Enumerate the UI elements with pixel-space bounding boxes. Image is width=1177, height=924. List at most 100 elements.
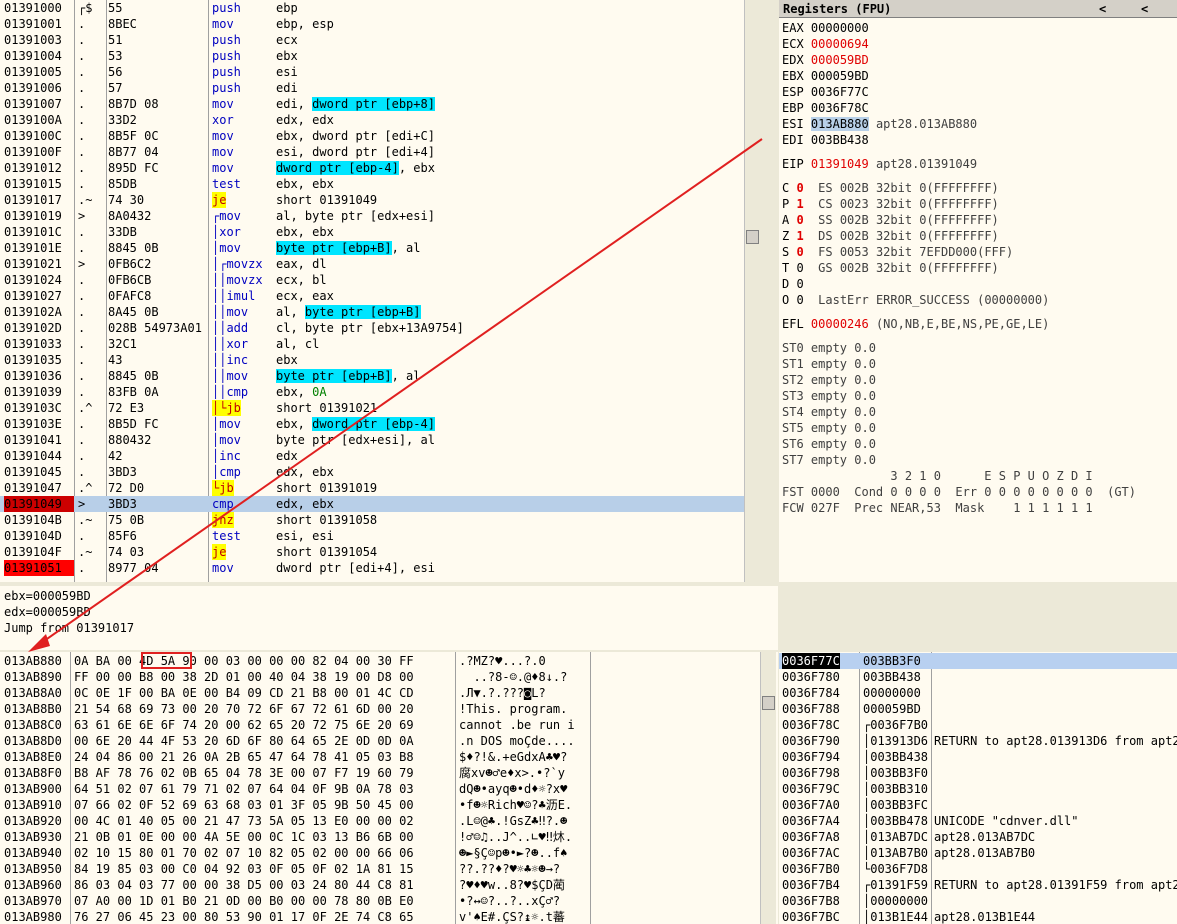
disasm-row[interactable]: 0139102D. 028B 54973A01 ││add cl, byte ptr …: [0, 320, 760, 336]
disasm-address[interactable]: 01391005: [4, 64, 74, 80]
register-value[interactable]: 0036F78C: [811, 101, 869, 115]
dump-row[interactable]: 013AB900 64 51 02 07 61 79 71 02 07 64 04…: [0, 781, 778, 797]
disasm-address[interactable]: 0139104F: [4, 544, 74, 560]
disasm-address[interactable]: 01391041: [4, 432, 74, 448]
disasm-address[interactable]: 01391045: [4, 464, 74, 480]
disasm-row[interactable]: 0139100A. 33D2 xor edx, edx: [0, 112, 760, 128]
dump-row[interactable]: 013AB880 0A BA 00 4D 5A 90 00 03 00 00 00…: [0, 653, 778, 669]
dump-row[interactable]: 013AB8A0 0C 0E 1F 00 BA 0E 00 B4 09 CD 21…: [0, 685, 778, 701]
disassembly-pane[interactable]: 01391000 ┌$ 55 push ebp 01391001. 8BEC mov ebp, …: [0, 0, 760, 582]
disasm-address[interactable]: 0139103E: [4, 416, 74, 432]
register-row[interactable]: ESI 013AB880 apt28.013AB880: [779, 116, 1177, 132]
registers-pane[interactable]: Registers (FPU) < < EAX 00000000 ECX 0000…: [779, 0, 1177, 582]
dump-row[interactable]: 013AB8D0 00 6E 20 44 4F 53 20 6D 6F 80 64…: [0, 733, 778, 749]
stack-row[interactable]: 0036F794 │003BB438: [779, 749, 1177, 765]
flag-row[interactable]: S 0 FS 0053 32bit 7EFDD000(FFF): [779, 244, 1177, 260]
disasm-address[interactable]: 01391012: [4, 160, 74, 176]
disasm-address[interactable]: 01391000: [4, 0, 74, 16]
register-value[interactable]: 000059BD: [811, 69, 869, 83]
dump-row[interactable]: 013AB930 21 0B 01 0E 00 00 4A 5E 00 0C 1C…: [0, 829, 778, 845]
flag-row[interactable]: D 0: [779, 276, 1177, 292]
dump-row[interactable]: 013AB940 02 10 15 80 01 70 02 07 10 82 05…: [0, 845, 778, 861]
dump-scrollbar[interactable]: [760, 652, 776, 924]
disasm-address[interactable]: 0139101E: [4, 240, 74, 256]
prev-view-icon[interactable]: <: [1099, 0, 1106, 18]
register-value[interactable]: 000059BD: [811, 53, 869, 67]
disasm-address[interactable]: 01391003: [4, 32, 74, 48]
register-row[interactable]: EBP 0036F78C: [779, 100, 1177, 116]
disasm-address[interactable]: 01391039: [4, 384, 74, 400]
stack-row[interactable]: 0036F7B0 └0036F7D8: [779, 861, 1177, 877]
fpu-register[interactable]: ST6 empty 0.0: [779, 436, 1177, 452]
stack-address[interactable]: 0036F7A4: [782, 813, 840, 829]
stack-row[interactable]: 0036F784 00000000: [779, 685, 1177, 701]
disasm-address[interactable]: 01391007: [4, 96, 74, 112]
disasm-row[interactable]: 0139101E. 8845 0B │mov byte ptr [ebp+B], al: [0, 240, 760, 256]
disasm-row[interactable]: 0139100C. 8B5F 0C mov ebx, dword ptr [edi+C…: [0, 128, 760, 144]
stack-row[interactable]: 0036F7B4 ┌01391F59 RETURN to apt28.01391F5…: [779, 877, 1177, 893]
disasm-row[interactable]: 01391039. 83FB 0A ││cmp ebx, 0A: [0, 384, 760, 400]
disasm-row[interactable]: 01391027. 0FAFC8 ││imul ecx, eax: [0, 288, 760, 304]
next-view-icon[interactable]: <: [1141, 0, 1148, 18]
stack-address[interactable]: 0036F78C: [782, 717, 840, 733]
register-value[interactable]: 00000246: [811, 317, 869, 331]
dump-row[interactable]: 013AB920 00 4C 01 40 05 00 21 47 73 5A 05…: [0, 813, 778, 829]
disasm-row[interactable]: 01391035. 43 ││inc ebx: [0, 352, 760, 368]
stack-address[interactable]: 0036F79C: [782, 781, 840, 797]
disasm-row[interactable]: 01391049 >3BD3 cmp edx, ebx: [0, 496, 760, 512]
disasm-row[interactable]: 01391041. 880432 │mov byte ptr [edx+esi], a…: [0, 432, 760, 448]
flag-row[interactable]: A 0 SS 002B 32bit 0(FFFFFFFF): [779, 212, 1177, 228]
disassembly-scroll-thumb[interactable]: [746, 230, 759, 244]
stack-row[interactable]: 0036F7BC │013B1E44 apt28.013B1E44: [779, 909, 1177, 924]
disasm-row[interactable]: 01391033. 32C1 ││xor al, cl: [0, 336, 760, 352]
register-value[interactable]: 003BB438: [811, 133, 869, 147]
disasm-address[interactable]: 01391049: [4, 496, 74, 512]
disasm-row[interactable]: 0139101C. 33DB │xor ebx, ebx: [0, 224, 760, 240]
stack-row[interactable]: 0036F7B8 │00000000: [779, 893, 1177, 909]
flag-value[interactable]: 0: [796, 293, 803, 307]
disasm-row[interactable]: 01391047 .^ 72 D0 └jb short 01391019: [0, 480, 760, 496]
dump-row[interactable]: 013AB8F0 B8 AF 78 76 02 0B 65 04 78 3E 00…: [0, 765, 778, 781]
stack-address[interactable]: 0036F784: [782, 685, 840, 701]
flag-value[interactable]: 0: [796, 261, 803, 275]
fpu-register[interactable]: ST7 empty 0.0: [779, 452, 1177, 468]
dump-row[interactable]: 013AB980 76 27 06 45 23 00 80 53 90 01 17…: [0, 909, 778, 924]
stack-address[interactable]: 0036F788: [782, 701, 840, 717]
stack-address[interactable]: 0036F7B0: [782, 861, 840, 877]
disasm-row[interactable]: 01391012. 895D FC mov dword ptr [ebp-4], eb…: [0, 160, 760, 176]
disasm-row[interactable]: 01391003. 51 push ecx: [0, 32, 760, 48]
stack-row[interactable]: 0036F780 003BB438: [779, 669, 1177, 685]
stack-row[interactable]: 0036F790 │013913D6 RETURN to apt28.013913D…: [779, 733, 1177, 749]
disasm-address[interactable]: 01391027: [4, 288, 74, 304]
disasm-address[interactable]: 01391051: [4, 560, 74, 576]
dump-row[interactable]: 013AB950 84 19 85 03 00 C0 04 92 03 0F 05…: [0, 861, 778, 877]
stack-row[interactable]: 0036F78C ┌0036F7B0: [779, 717, 1177, 733]
register-value[interactable]: 01391049: [811, 157, 869, 171]
disasm-address[interactable]: 01391044: [4, 448, 74, 464]
stack-row[interactable]: 0036F798 │003BB3F0: [779, 765, 1177, 781]
dump-row[interactable]: 013AB8C0 63 61 6E 6E 6F 74 20 00 62 65 20…: [0, 717, 778, 733]
flag-value[interactable]: 1: [796, 197, 803, 211]
disasm-row[interactable]: 01391004. 53 push ebx: [0, 48, 760, 64]
registers-title-bar[interactable]: Registers (FPU) < <: [779, 0, 1177, 18]
disasm-row[interactable]: 01391045. 3BD3 │cmp edx, ebx: [0, 464, 760, 480]
register-value[interactable]: 0036F77C: [811, 85, 869, 99]
fpu-register[interactable]: ST2 empty 0.0: [779, 372, 1177, 388]
flag-row[interactable]: T 0 GS 002B 32bit 0(FFFFFFFF): [779, 260, 1177, 276]
register-row[interactable]: EDI 003BB438: [779, 132, 1177, 148]
flag-value[interactable]: 0: [796, 213, 803, 227]
disasm-row[interactable]: 01391019 >8A0432 ┌mov al, byte ptr [edx+esi…: [0, 208, 760, 224]
stack-address[interactable]: 0036F7A8: [782, 829, 840, 845]
disassembly-scrollbar[interactable]: [744, 0, 760, 582]
disasm-row[interactable]: 01391017 .~ 74 30 je short 01391049: [0, 192, 760, 208]
register-value[interactable]: 013AB880: [810, 117, 869, 131]
stack-address[interactable]: 0036F77C: [782, 653, 840, 669]
disasm-address[interactable]: 01391006: [4, 80, 74, 96]
flag-value[interactable]: 1: [796, 229, 803, 243]
stack-address[interactable]: 0036F7A0: [782, 797, 840, 813]
disasm-address[interactable]: 0139102D: [4, 320, 74, 336]
disasm-address[interactable]: 01391033: [4, 336, 74, 352]
disasm-address[interactable]: 01391035: [4, 352, 74, 368]
dump-row[interactable]: 013AB970 07 A0 00 1D 01 B0 21 0D 00 B0 00…: [0, 893, 778, 909]
register-row[interactable]: ESP 0036F77C: [779, 84, 1177, 100]
